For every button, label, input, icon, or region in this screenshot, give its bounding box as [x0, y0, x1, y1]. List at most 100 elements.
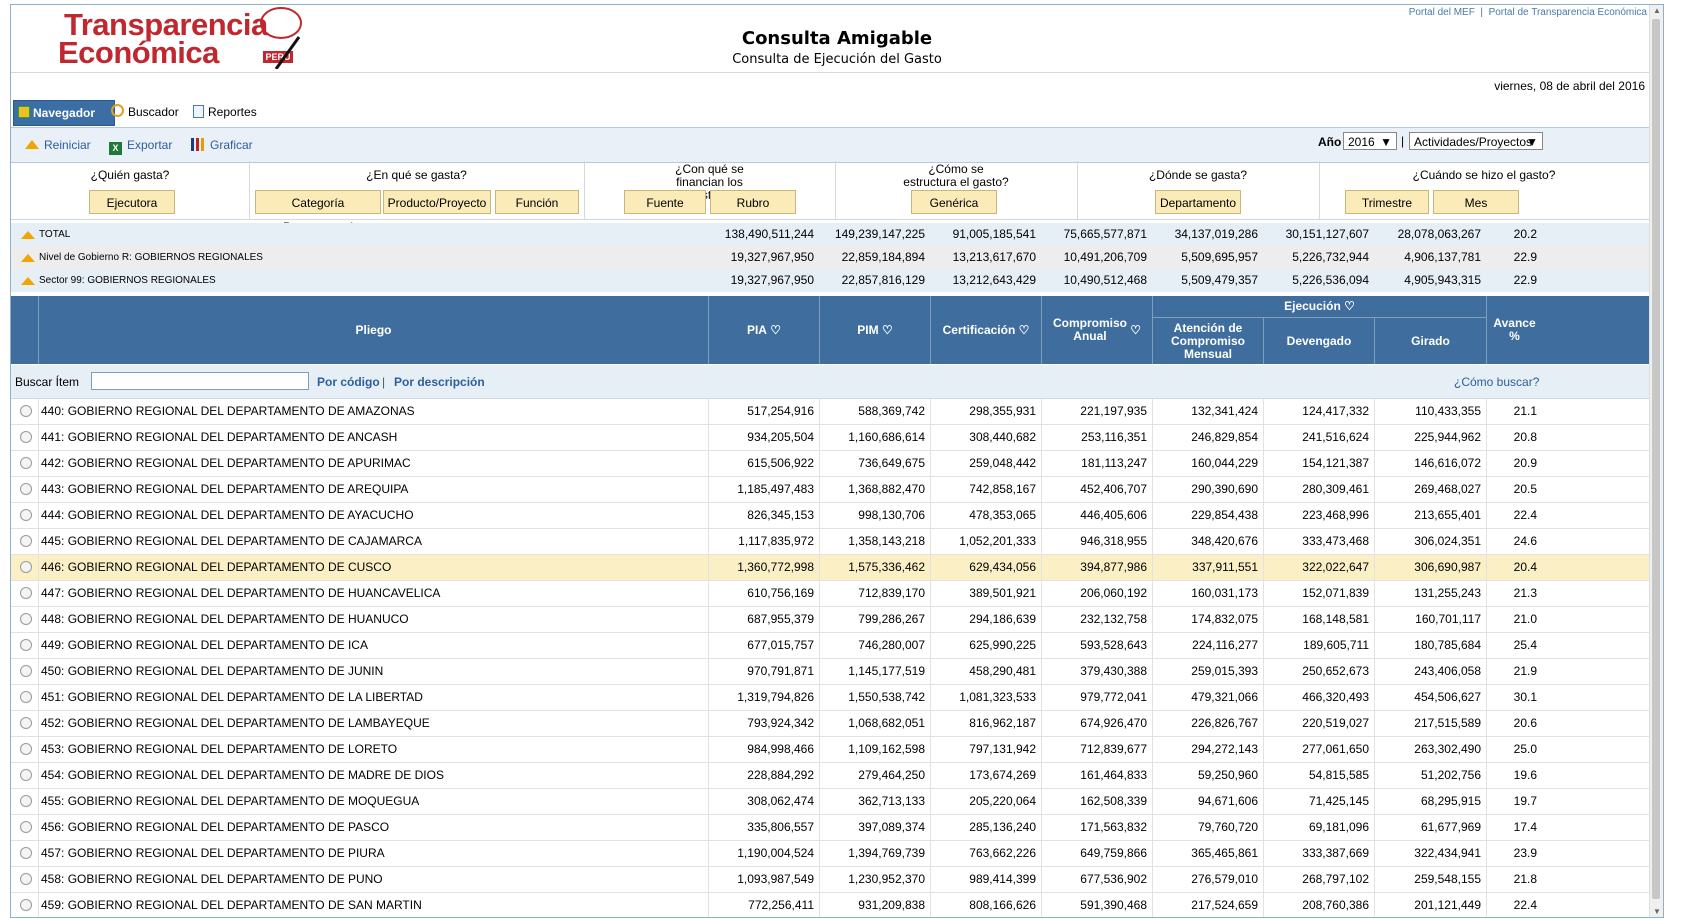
table-row[interactable]: 442: GOBIERNO REGIONAL DEL DEPARTAMENTO …: [11, 451, 1649, 477]
table-row[interactable]: 452: GOBIERNO REGIONAL DEL DEPARTAMENTO …: [11, 711, 1649, 737]
scroll-up-icon[interactable]: ▲: [1653, 6, 1661, 15]
search-input[interactable]: [91, 372, 309, 390]
mode-select[interactable]: Actividades/Proyectos ▼: [1409, 132, 1543, 150]
row-name[interactable]: 449: GOBIERNO REGIONAL DEL DEPARTAMENTO …: [41, 633, 368, 658]
table-row[interactable]: 447: GOBIERNO REGIONAL DEL DEPARTAMENTO …: [11, 581, 1649, 607]
table-row[interactable]: 448: GOBIERNO REGIONAL DEL DEPARTAMENTO …: [11, 607, 1649, 633]
row-radio[interactable]: [20, 535, 32, 547]
row-name[interactable]: 457: GOBIERNO REGIONAL DEL DEPARTAMENTO …: [41, 841, 385, 866]
row-value: 458,290,481: [969, 664, 1036, 678]
row-name[interactable]: 450: GOBIERNO REGIONAL DEL DEPARTAMENTO …: [41, 659, 383, 684]
row-radio[interactable]: [20, 431, 32, 443]
row-radio[interactable]: [20, 847, 32, 859]
table-row[interactable]: 446: GOBIERNO REGIONAL DEL DEPARTAMENTO …: [11, 555, 1649, 581]
row-radio[interactable]: [20, 561, 32, 573]
table-row[interactable]: 459: GOBIERNO REGIONAL DEL DEPARTAMENTO …: [11, 893, 1649, 917]
row-radio[interactable]: [20, 691, 32, 703]
table-row[interactable]: 445: GOBIERNO REGIONAL DEL DEPARTAMENTO …: [11, 529, 1649, 555]
funcion-button[interactable]: Función: [495, 190, 579, 214]
row-name[interactable]: 441: GOBIERNO REGIONAL DEL DEPARTAMENTO …: [41, 425, 397, 450]
row-name[interactable]: 455: GOBIERNO REGIONAL DEL DEPARTAMENTO …: [41, 789, 419, 814]
row-name[interactable]: 454: GOBIERNO REGIONAL DEL DEPARTAMENTO …: [41, 763, 444, 788]
scrollbar-thumb[interactable]: [1652, 19, 1660, 899]
row-name[interactable]: 442: GOBIERNO REGIONAL DEL DEPARTAMENTO …: [41, 451, 411, 476]
row-name[interactable]: 458: GOBIERNO REGIONAL DEL DEPARTAMENTO …: [41, 867, 383, 892]
summary-row[interactable]: Sector 99: GOBIERNOS REGIONALES 19,327,96…: [11, 269, 1649, 292]
row-name[interactable]: 445: GOBIERNO REGIONAL DEL DEPARTAMENTO …: [41, 529, 422, 554]
expand-up-icon[interactable]: [21, 277, 35, 285]
row-radio[interactable]: [20, 509, 32, 521]
row-radio[interactable]: [20, 613, 32, 625]
row-radio[interactable]: [20, 665, 32, 677]
row-name[interactable]: 444: GOBIERNO REGIONAL DEL DEPARTAMENTO …: [41, 503, 414, 528]
departamento-button[interactable]: Departamento: [1155, 190, 1241, 214]
row-name[interactable]: 447: GOBIERNO REGIONAL DEL DEPARTAMENTO …: [41, 581, 440, 606]
expand-up-icon[interactable]: [21, 254, 35, 262]
row-radio[interactable]: [20, 795, 32, 807]
table-row[interactable]: 440: GOBIERNO REGIONAL DEL DEPARTAMENTO …: [11, 399, 1649, 425]
table-row[interactable]: 449: GOBIERNO REGIONAL DEL DEPARTAMENTO …: [11, 633, 1649, 659]
expand-up-icon[interactable]: [21, 231, 35, 239]
scroll-down-icon[interactable]: ▼: [1653, 907, 1661, 916]
reiniciar-button[interactable]: Reiniciar: [25, 138, 91, 152]
row-radio[interactable]: [20, 899, 32, 911]
table-row[interactable]: 457: GOBIERNO REGIONAL DEL DEPARTAMENTO …: [11, 841, 1649, 867]
row-name[interactable]: 453: GOBIERNO REGIONAL DEL DEPARTAMENTO …: [41, 737, 397, 762]
table-row[interactable]: 456: GOBIERNO REGIONAL DEL DEPARTAMENTO …: [11, 815, 1649, 841]
row-name[interactable]: 451: GOBIERNO REGIONAL DEL DEPARTAMENTO …: [41, 685, 423, 710]
header-pim[interactable]: PIM ♡: [819, 296, 930, 364]
graficar-button[interactable]: Graficar: [191, 138, 253, 152]
row-radio[interactable]: [20, 769, 32, 781]
trimestre-button[interactable]: Trimestre: [1345, 190, 1429, 214]
row-name[interactable]: 440: GOBIERNO REGIONAL DEL DEPARTAMENTO …: [41, 399, 415, 424]
table-row[interactable]: 453: GOBIERNO REGIONAL DEL DEPARTAMENTO …: [11, 737, 1649, 763]
producto-proyecto-button[interactable]: Producto/Proyecto: [383, 190, 491, 214]
header-ejecucion[interactable]: Ejecución ♡: [1152, 296, 1486, 318]
table-row[interactable]: 450: GOBIERNO REGIONAL DEL DEPARTAMENTO …: [11, 659, 1649, 685]
row-radio[interactable]: [20, 743, 32, 755]
row-name[interactable]: 443: GOBIERNO REGIONAL DEL DEPARTAMENTO …: [41, 477, 408, 502]
row-name[interactable]: 446: GOBIERNO REGIONAL DEL DEPARTAMENTO …: [41, 555, 391, 580]
row-name[interactable]: 456: GOBIERNO REGIONAL DEL DEPARTAMENTO …: [41, 815, 389, 840]
row-radio[interactable]: [20, 405, 32, 417]
year-select[interactable]: 2016 ▼: [1343, 132, 1397, 150]
tab-reportes[interactable]: Reportes: [193, 100, 273, 124]
row-radio[interactable]: [20, 587, 32, 599]
table-row[interactable]: 455: GOBIERNO REGIONAL DEL DEPARTAMENTO …: [11, 789, 1649, 815]
row-name[interactable]: 459: GOBIERNO REGIONAL DEL DEPARTAMENTO …: [41, 893, 422, 917]
row-radio[interactable]: [20, 483, 32, 495]
row-radio[interactable]: [20, 717, 32, 729]
mes-button[interactable]: Mes: [1433, 190, 1519, 214]
row-radio[interactable]: [20, 639, 32, 651]
generica-button[interactable]: Genérica: [911, 190, 997, 214]
categoria-presupuestal-button[interactable]: Categoría Presupuestal: [255, 190, 381, 234]
summary-row[interactable]: TOTAL 138,490,511,244 149,239,147,225 91,00…: [11, 223, 1649, 246]
row-radio[interactable]: [20, 457, 32, 469]
table-row[interactable]: 443: GOBIERNO REGIONAL DEL DEPARTAMENTO …: [11, 477, 1649, 503]
vertical-scrollbar[interactable]: ▲ ▼: [1649, 5, 1663, 917]
row-name[interactable]: 448: GOBIERNO REGIONAL DEL DEPARTAMENTO …: [41, 607, 409, 632]
table-row[interactable]: 441: GOBIERNO REGIONAL DEL DEPARTAMENTO …: [11, 425, 1649, 451]
search-by-code-link[interactable]: Por código: [317, 375, 380, 389]
tab-navegador[interactable]: Navegador: [13, 100, 115, 126]
header-pia[interactable]: PIA ♡: [708, 296, 819, 364]
summary-row[interactable]: Nivel de Gobierno R: GOBIERNOS REGIONALE…: [11, 246, 1649, 269]
tab-buscador[interactable]: Buscador: [111, 100, 191, 124]
ejecutora-button[interactable]: Ejecutora: [89, 190, 175, 214]
fuente-button[interactable]: Fuente: [624, 190, 706, 214]
row-radio[interactable]: [20, 873, 32, 885]
exportar-button[interactable]: X Exportar: [109, 138, 172, 155]
table-row[interactable]: 451: GOBIERNO REGIONAL DEL DEPARTAMENTO …: [11, 685, 1649, 711]
row-name[interactable]: 452: GOBIERNO REGIONAL DEL DEPARTAMENTO …: [41, 711, 430, 736]
table-row[interactable]: 458: GOBIERNO REGIONAL DEL DEPARTAMENTO …: [11, 867, 1649, 893]
row-radio[interactable]: [20, 821, 32, 833]
link-portal-mef[interactable]: Portal del MEF: [1409, 7, 1475, 18]
search-help-link[interactable]: ¿Cómo buscar?: [1454, 375, 1539, 389]
link-portal-transparencia[interactable]: Portal de Transparencia Económica: [1489, 7, 1647, 18]
search-by-description-link[interactable]: Por descripción: [394, 375, 485, 389]
table-row[interactable]: 454: GOBIERNO REGIONAL DEL DEPARTAMENTO …: [11, 763, 1649, 789]
rubro-button[interactable]: Rubro: [710, 190, 796, 214]
header-compromiso[interactable]: Compromiso Anual ♡: [1041, 296, 1152, 364]
table-row[interactable]: 444: GOBIERNO REGIONAL DEL DEPARTAMENTO …: [11, 503, 1649, 529]
header-certificacion[interactable]: Certificación ♡: [930, 296, 1041, 364]
